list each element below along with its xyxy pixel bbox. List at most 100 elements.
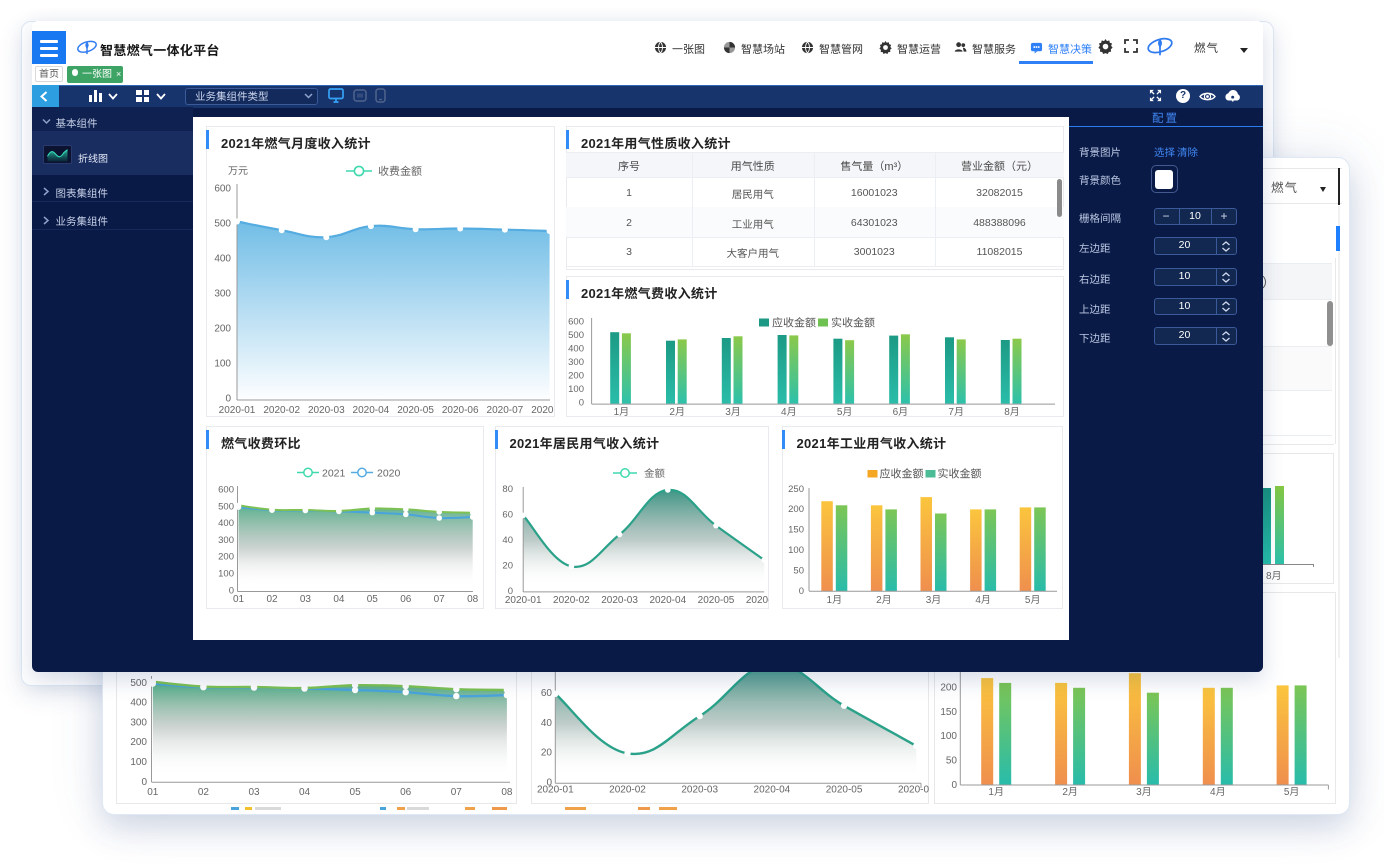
svg-text:300: 300 [214, 289, 231, 300]
svg-text:05: 05 [350, 787, 362, 798]
svg-text:100: 100 [130, 757, 147, 768]
svg-text:40: 40 [502, 535, 513, 546]
svg-text:300: 300 [218, 535, 234, 546]
svg-text:2021: 2021 [322, 468, 346, 480]
svg-text:2月: 2月 [876, 595, 892, 606]
svg-text:实收金额: 实收金额 [937, 468, 981, 481]
svg-text:20: 20 [541, 748, 553, 759]
svg-text:02: 02 [198, 787, 210, 798]
svg-text:2020-03: 2020-03 [308, 405, 345, 416]
svg-text:实收金额: 实收金额 [831, 316, 875, 329]
svg-text:600: 600 [214, 184, 231, 195]
svg-text:2020-06: 2020-06 [898, 785, 929, 796]
svg-text:100: 100 [788, 545, 804, 556]
svg-text:60: 60 [541, 688, 553, 699]
svg-text:应收金额: 应收金额 [879, 468, 923, 481]
svg-text:150: 150 [788, 525, 804, 536]
svg-text:100: 100 [218, 569, 234, 580]
svg-text:4月: 4月 [975, 595, 991, 606]
svg-text:2020-07: 2020-07 [487, 405, 524, 416]
svg-text:2020-04: 2020-04 [353, 405, 390, 416]
svg-text:500: 500 [218, 501, 234, 512]
svg-text:200: 200 [214, 324, 231, 335]
svg-text:2020-01: 2020-01 [504, 595, 541, 606]
svg-text:2月: 2月 [669, 407, 685, 418]
svg-text:5月: 5月 [837, 407, 853, 418]
svg-text:08: 08 [501, 787, 513, 798]
svg-text:80: 80 [502, 484, 513, 495]
svg-text:4月: 4月 [1210, 787, 1226, 798]
svg-text:0: 0 [951, 780, 957, 791]
svg-text:0: 0 [798, 586, 803, 597]
svg-text:2020-01: 2020-01 [219, 405, 256, 416]
svg-text:1月: 1月 [826, 595, 842, 606]
svg-text:2020-02: 2020-02 [609, 785, 646, 796]
svg-text:2020-03: 2020-03 [681, 785, 718, 796]
svg-text:5月: 5月 [1024, 595, 1040, 606]
svg-text:400: 400 [130, 698, 147, 709]
svg-text:50: 50 [945, 756, 957, 767]
svg-text:2020-02: 2020-02 [553, 595, 590, 606]
svg-text:100: 100 [940, 731, 957, 742]
svg-text:400: 400 [218, 518, 234, 529]
svg-text:2020-06: 2020-06 [745, 595, 768, 606]
svg-text:5月: 5月 [1283, 787, 1299, 798]
svg-text:0: 0 [225, 394, 231, 405]
svg-text:1月: 1月 [614, 407, 630, 418]
svg-text:600: 600 [218, 485, 234, 496]
svg-text:8月: 8月 [1004, 407, 1020, 418]
svg-text:100: 100 [214, 359, 231, 370]
svg-text:2020-02: 2020-02 [263, 405, 300, 416]
svg-text:300: 300 [130, 717, 147, 728]
svg-text:150: 150 [940, 707, 957, 718]
svg-text:60: 60 [502, 510, 513, 521]
svg-text:2020-01: 2020-01 [537, 785, 574, 796]
svg-text:4月: 4月 [781, 407, 797, 418]
svg-text:2020-04: 2020-04 [754, 785, 791, 796]
svg-text:200: 200 [940, 683, 957, 694]
svg-text:0: 0 [579, 397, 584, 408]
svg-text:04: 04 [333, 594, 345, 605]
svg-text:6月: 6月 [893, 407, 909, 418]
svg-text:3月: 3月 [925, 595, 941, 606]
svg-text:2月: 2月 [1062, 787, 1078, 798]
svg-text:07: 07 [451, 787, 463, 798]
svg-text:2020-05: 2020-05 [397, 405, 434, 416]
svg-text:01: 01 [147, 787, 159, 798]
svg-text:200: 200 [568, 370, 584, 381]
svg-text:07: 07 [434, 594, 446, 605]
svg-text:1月: 1月 [988, 787, 1004, 798]
svg-text:7月: 7月 [948, 407, 964, 418]
svg-text:万元: 万元 [228, 166, 248, 177]
svg-text:500: 500 [130, 678, 147, 689]
svg-text:03: 03 [300, 594, 312, 605]
svg-text:03: 03 [248, 787, 260, 798]
svg-text:500: 500 [214, 219, 231, 230]
svg-text:01: 01 [233, 594, 245, 605]
svg-text:04: 04 [299, 787, 311, 798]
svg-text:400: 400 [568, 343, 584, 354]
svg-text:3月: 3月 [1136, 787, 1152, 798]
svg-text:06: 06 [400, 594, 412, 605]
svg-text:2020-03: 2020-03 [601, 595, 638, 606]
svg-text:40: 40 [541, 718, 553, 729]
svg-text:2020-06: 2020-06 [442, 405, 479, 416]
svg-text:20: 20 [502, 561, 513, 572]
svg-text:金额: 金额 [644, 468, 665, 480]
svg-text:2020-08: 2020-08 [531, 405, 554, 416]
svg-text:2020-04: 2020-04 [649, 595, 686, 606]
svg-text:500: 500 [568, 330, 584, 341]
svg-text:2020: 2020 [377, 468, 401, 480]
svg-text:250: 250 [788, 484, 804, 495]
svg-text:300: 300 [568, 357, 584, 368]
svg-text:200: 200 [218, 552, 234, 563]
svg-text:400: 400 [214, 254, 231, 265]
svg-text:600: 600 [568, 316, 584, 327]
svg-text:3月: 3月 [725, 407, 741, 418]
svg-text:05: 05 [367, 594, 379, 605]
svg-text:收费金额: 收费金额 [378, 165, 422, 178]
svg-text:2020-05: 2020-05 [697, 595, 734, 606]
svg-text:02: 02 [266, 594, 278, 605]
svg-text:50: 50 [793, 565, 804, 576]
svg-text:200: 200 [788, 504, 804, 515]
